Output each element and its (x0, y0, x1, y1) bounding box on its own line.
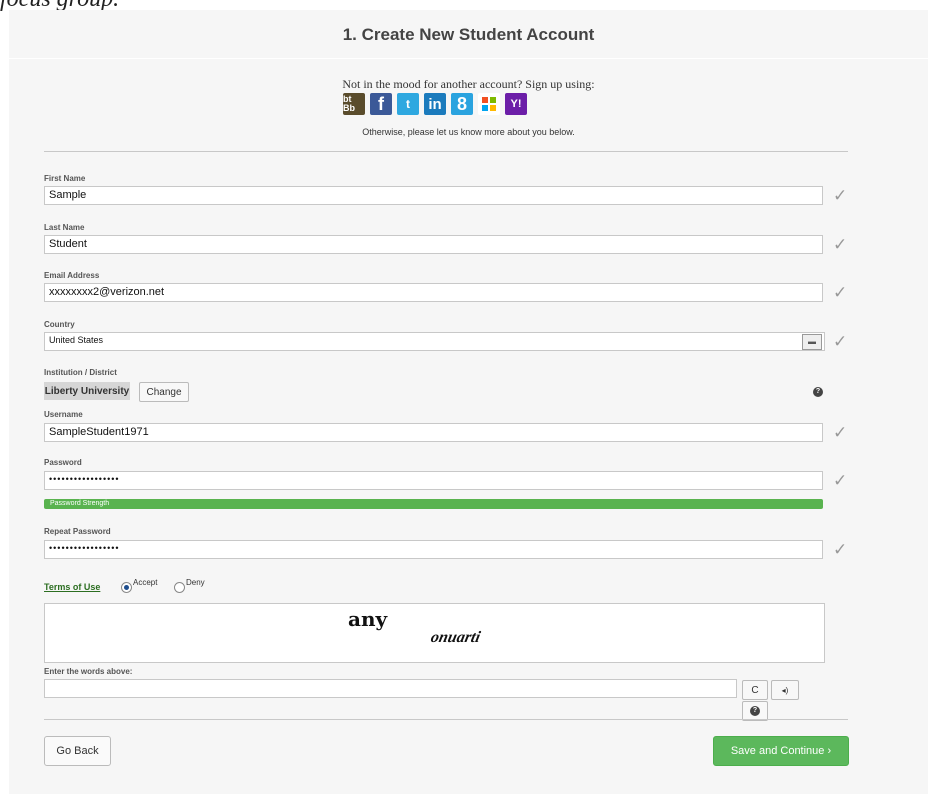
captcha-label: Enter the words above: (44, 667, 133, 676)
yahoo-icon[interactable]: Y! (505, 93, 527, 115)
captcha-word-1: any (348, 607, 388, 631)
repeat-password-label: Repeat Password (44, 527, 111, 536)
help-icon: ? (750, 706, 760, 716)
refresh-icon[interactable]: C (742, 680, 768, 700)
checkmark-icon: ✓ (833, 471, 848, 490)
username-input[interactable]: SampleStudent1971 (44, 423, 823, 442)
social-signup-bar: bt Bb f t in 8 Y! (343, 93, 527, 115)
captcha-help-button[interactable]: ? (742, 701, 768, 721)
deny-label: Deny (186, 578, 205, 587)
institution-label: Institution / District (44, 368, 117, 377)
twitter-icon[interactable]: t (397, 93, 419, 115)
footer-divider (44, 719, 848, 720)
signup-panel: 1. Create New Student Account Not in the… (9, 10, 928, 794)
email-input[interactable]: xxxxxxxx2@verizon.net (44, 283, 823, 302)
captcha-input[interactable] (44, 679, 737, 698)
section-divider (44, 151, 848, 152)
audio-icon[interactable]: ◂) (771, 680, 799, 700)
email-label: Email Address (44, 271, 100, 280)
go-back-button[interactable]: Go Back (44, 736, 111, 766)
country-select[interactable]: United States ▬ (44, 332, 825, 351)
username-label: Username (44, 410, 83, 419)
accept-radio[interactable] (121, 582, 132, 593)
page-title: 1. Create New Student Account (342, 25, 595, 44)
password-input[interactable]: ••••••••••••••••• (44, 471, 823, 490)
checkmark-icon: ✓ (833, 235, 848, 254)
checkmark-icon: ✓ (833, 186, 848, 205)
google-icon[interactable]: 8 (451, 93, 473, 115)
checkmark-icon: ✓ (833, 332, 848, 351)
last-name-label: Last Name (44, 223, 85, 232)
save-and-continue-button[interactable]: Save and Continue › (713, 736, 849, 766)
facebook-icon[interactable]: f (370, 93, 392, 115)
captcha-image: any onuarti (44, 603, 825, 663)
password-strength-bar: Password Strength (44, 499, 823, 509)
linkedin-icon[interactable]: in (424, 93, 446, 115)
repeat-password-input[interactable]: ••••••••••••••••• (44, 540, 823, 559)
country-label: Country (44, 320, 75, 329)
checkmark-icon: ✓ (833, 283, 848, 302)
terms-of-use-link[interactable]: Terms of Use (44, 582, 100, 592)
checkmark-icon: ✓ (833, 423, 848, 442)
country-value: United States (49, 335, 104, 345)
change-institution-button[interactable]: Change (139, 382, 189, 402)
first-name-input[interactable]: Sample (44, 186, 823, 205)
social-signup-prompt: Not in the mood for another account? Sig… (342, 77, 595, 91)
help-icon[interactable]: ? (813, 387, 823, 397)
accept-label: Accept (133, 578, 158, 587)
title-rule (9, 58, 928, 59)
captcha-word-2: onuarti (429, 629, 482, 646)
deny-radio[interactable] (174, 582, 185, 593)
dropdown-arrow-icon[interactable]: ▬ (802, 334, 822, 350)
institution-name: Liberty University (44, 382, 130, 400)
last-name-input[interactable]: Student (44, 235, 823, 254)
first-name-label: First Name (44, 174, 86, 183)
password-label: Password (44, 458, 82, 467)
windows-icon[interactable] (478, 93, 500, 115)
blackboard-icon[interactable]: bt Bb (343, 93, 365, 115)
checkmark-icon: ✓ (833, 540, 848, 559)
otherwise-note: Otherwise, please let us know more about… (362, 127, 575, 137)
